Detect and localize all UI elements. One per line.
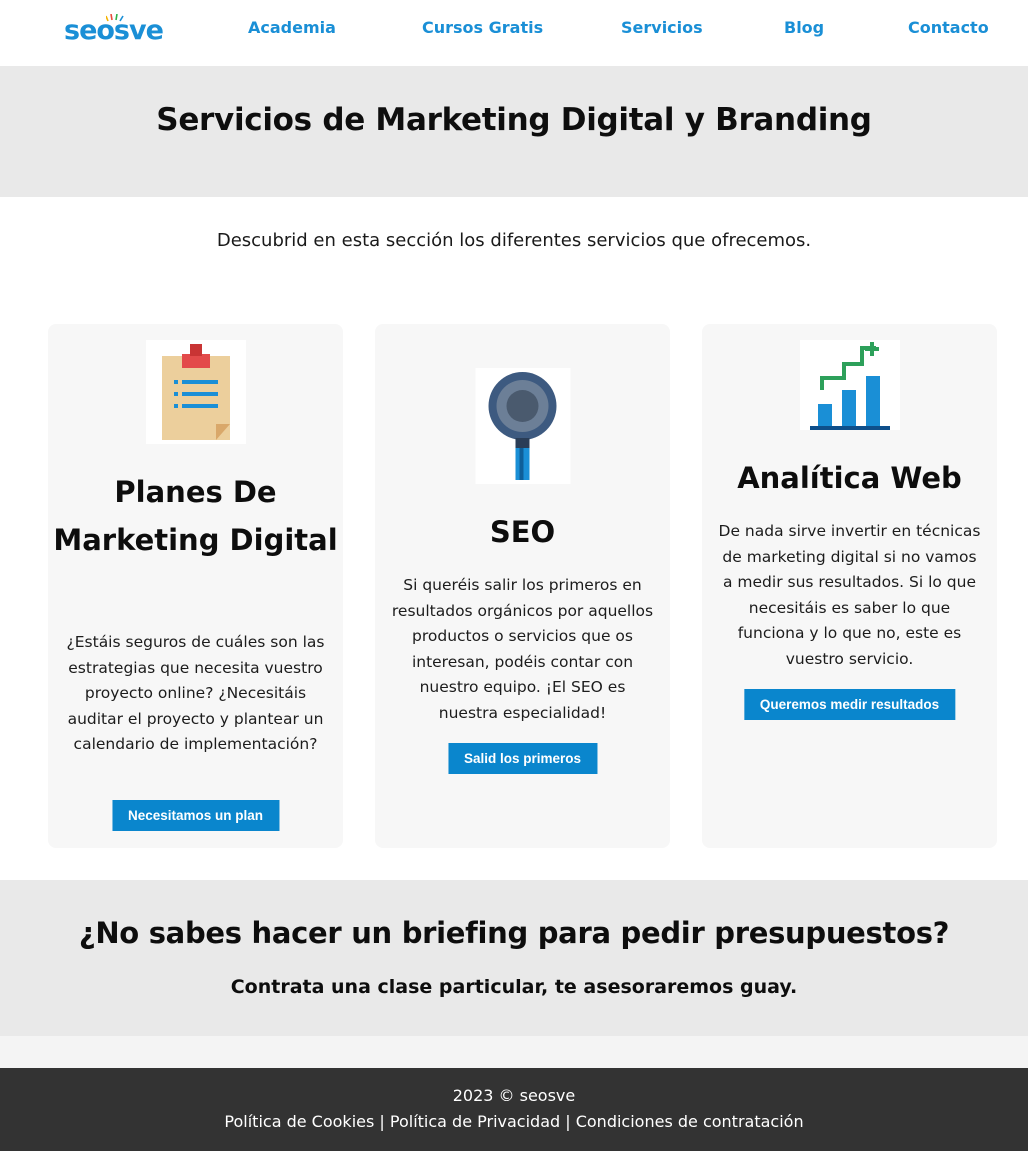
- nav-blog[interactable]: Blog: [784, 18, 824, 37]
- card-text: ¿Estáis seguros de cuáles son las estrat…: [66, 633, 325, 754]
- nav-contacto[interactable]: Contacto: [908, 18, 989, 37]
- nav-cursos-gratis[interactable]: Cursos Gratis: [422, 18, 543, 37]
- main-nav: Academia Cursos Gratis Servicios Blog Co…: [0, 18, 1028, 42]
- card-text: De nada sirve invertir en técnicas de ma…: [718, 522, 981, 668]
- separator: |: [560, 1112, 576, 1131]
- footer-links: Política de Cookies | Política de Privac…: [0, 1112, 1028, 1131]
- service-card-planes: Planes De Marketing Digital ¿Estáis segu…: [48, 324, 343, 848]
- necesitamos-plan-button[interactable]: Necesitamos un plan: [111, 800, 280, 831]
- cookies-link[interactable]: Política de Cookies: [224, 1112, 374, 1131]
- spacer: [0, 1036, 1028, 1068]
- card-text: Si queréis salir los primeros en resulta…: [391, 576, 654, 722]
- hero-band: Servicios de Marketing Digital y Brandin…: [0, 66, 1028, 197]
- service-card-analitica: Analítica Web De nada sirve invertir en …: [702, 324, 997, 848]
- terms-link[interactable]: Condiciones de contratación: [576, 1112, 804, 1131]
- medir-resultados-button[interactable]: Queremos medir resultados: [743, 689, 956, 720]
- intro-text: Descubrid en esta sección los diferentes…: [216, 230, 812, 251]
- card-title: SEO: [489, 515, 556, 549]
- copyright: 2023 © seosve: [452, 1086, 576, 1105]
- salid-primeros-button[interactable]: Salid los primeros: [447, 743, 598, 774]
- card-title: Planes De Marketing Digital: [53, 475, 338, 557]
- site-header: seosve Academia Cursos Gratis Servicios …: [0, 0, 1028, 66]
- privacy-link[interactable]: Política de Privacidad: [390, 1112, 560, 1131]
- page-title: Servicios de Marketing Digital y Brandin…: [156, 102, 872, 138]
- bar-chart-growth-icon: [799, 340, 900, 430]
- clipboard-list-icon: [145, 340, 246, 444]
- cta-band: ¿No sabes hacer un briefing para pedir p…: [0, 880, 1028, 1036]
- nav-academia[interactable]: Academia: [248, 18, 336, 37]
- separator: |: [374, 1112, 390, 1131]
- service-card-seo: SEO Si queréis salir los primeros en res…: [375, 324, 670, 848]
- card-title: Analítica Web: [737, 461, 962, 495]
- site-footer: 2023 © seosve Política de Cookies | Polí…: [0, 1068, 1028, 1151]
- nav-servicios[interactable]: Servicios: [621, 18, 703, 37]
- magnifying-glass-icon: [475, 368, 570, 484]
- cta-title: ¿No sabes hacer un briefing para pedir p…: [78, 916, 950, 950]
- cta-subtitle: Contrata una clase particular, te asesor…: [230, 976, 798, 998]
